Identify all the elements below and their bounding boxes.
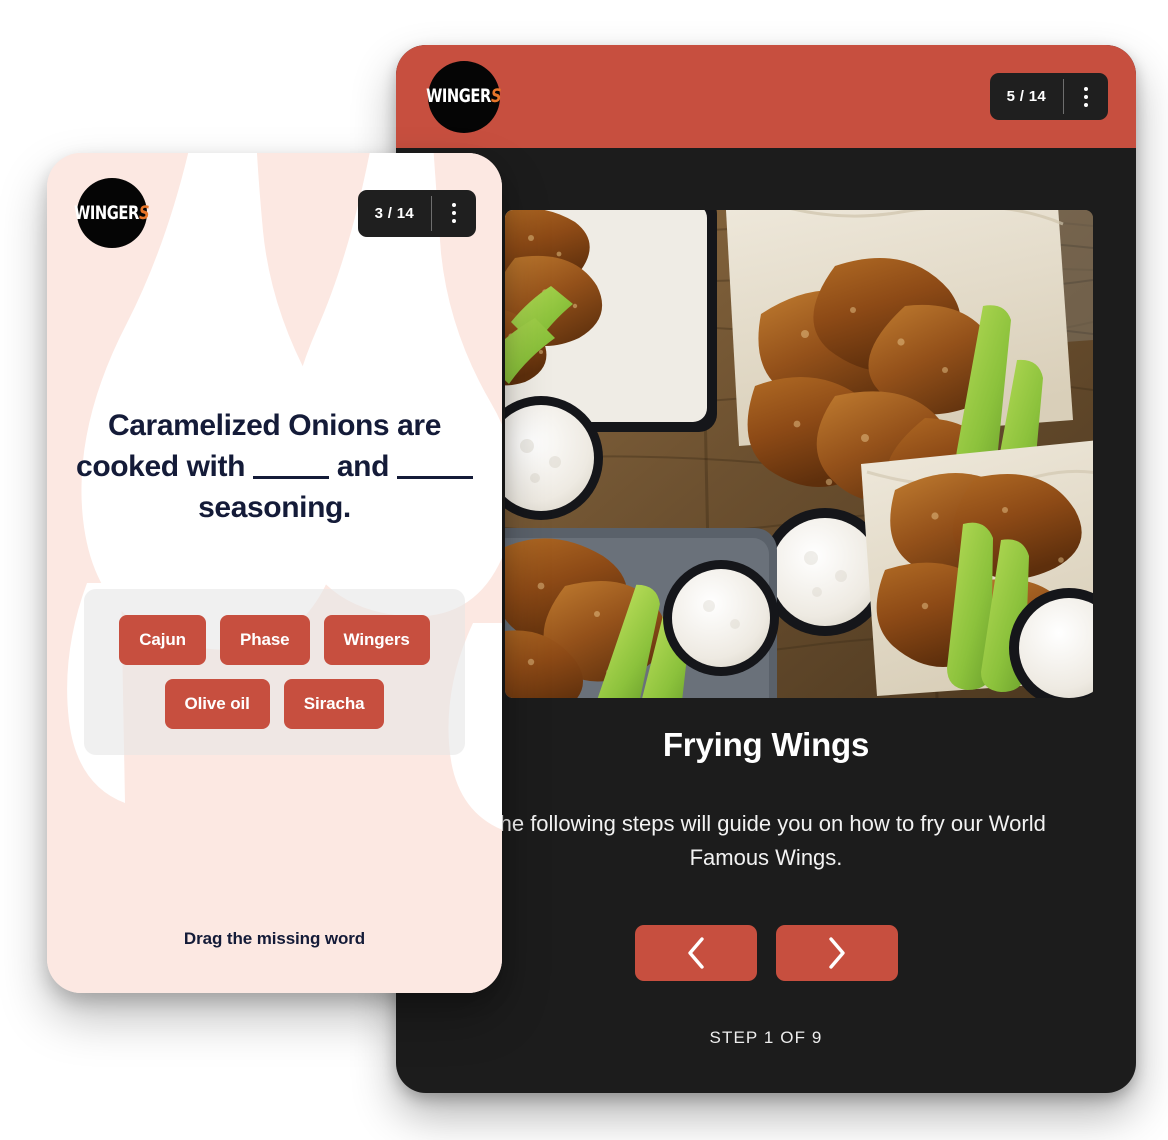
kebab-dot [1084, 86, 1088, 91]
kebab-dot [452, 203, 456, 207]
step-counter-label: STEP 1 OF 9 [709, 1028, 823, 1047]
word-chip[interactable]: Olive oil [164, 679, 270, 729]
lesson-panel-header: WINGERS 5 / 14 [396, 45, 1136, 148]
quiz-card: WINGERS 3 / 14 Caramelized Onions are co… [47, 153, 502, 993]
kebab-menu-icon[interactable] [1064, 73, 1108, 120]
kebab-menu-icon[interactable] [432, 190, 476, 237]
logo-flame-s-icon: S [491, 85, 502, 107]
word-chip[interactable]: Phase [219, 615, 310, 665]
quiz-page-indicator: 3 / 14 [374, 204, 414, 222]
logo-flame-s-icon: S [139, 201, 150, 224]
wingers-logo-text: WINGERS [74, 201, 150, 224]
answer-blank-1[interactable] [252, 476, 329, 480]
answer-blank-2[interactable] [396, 476, 473, 480]
wingers-logo-icon: WINGERS [426, 60, 502, 133]
wingers-logo-text: WINGERS [426, 85, 502, 107]
word-chip[interactable]: Siracha [283, 679, 385, 729]
wingers-logo-icon: WINGERS [74, 178, 150, 248]
quiz-pager-pill[interactable]: 3 / 14 [357, 189, 476, 237]
chevron-left-icon [685, 936, 707, 970]
chevron-right-icon [826, 936, 848, 970]
screenshot-stage: WINGERS 5 / 14 Frying Wings The followin… [0, 0, 1168, 1140]
question-text-part-3: seasoning. [198, 491, 351, 525]
lesson-title: Frying Wings [662, 726, 870, 763]
drag-instruction-label: Drag the missing word [183, 929, 366, 948]
previous-step-button[interactable] [634, 925, 757, 981]
question-text-part-2: and [336, 450, 390, 484]
lesson-nav-row [396, 925, 1136, 981]
lesson-panel: WINGERS 5 / 14 Frying Wings The followin… [396, 45, 1136, 1093]
word-chip[interactable]: Wingers [323, 615, 430, 665]
wings-photo [505, 210, 1093, 698]
next-step-button[interactable] [775, 925, 898, 981]
quiz-question: Caramelized Onions are cooked with and s… [75, 405, 474, 528]
lesson-pager-pill[interactable]: 5 / 14 [989, 73, 1108, 120]
kebab-dot [452, 219, 456, 223]
word-chip-tray: Cajun Phase Wingers Olive oil Siracha [84, 589, 465, 755]
kebab-dot [1084, 94, 1088, 99]
word-chip[interactable]: Cajun [119, 615, 206, 665]
kebab-dot [452, 211, 456, 215]
lesson-page-indicator: 5 / 14 [1006, 88, 1046, 105]
flame-background-decoration [47, 153, 502, 993]
quiz-card-header: WINGERS 3 / 14 [47, 153, 502, 273]
lesson-subtitle: The following steps will guide you on ho… [486, 811, 1046, 871]
kebab-dot [1084, 102, 1088, 107]
